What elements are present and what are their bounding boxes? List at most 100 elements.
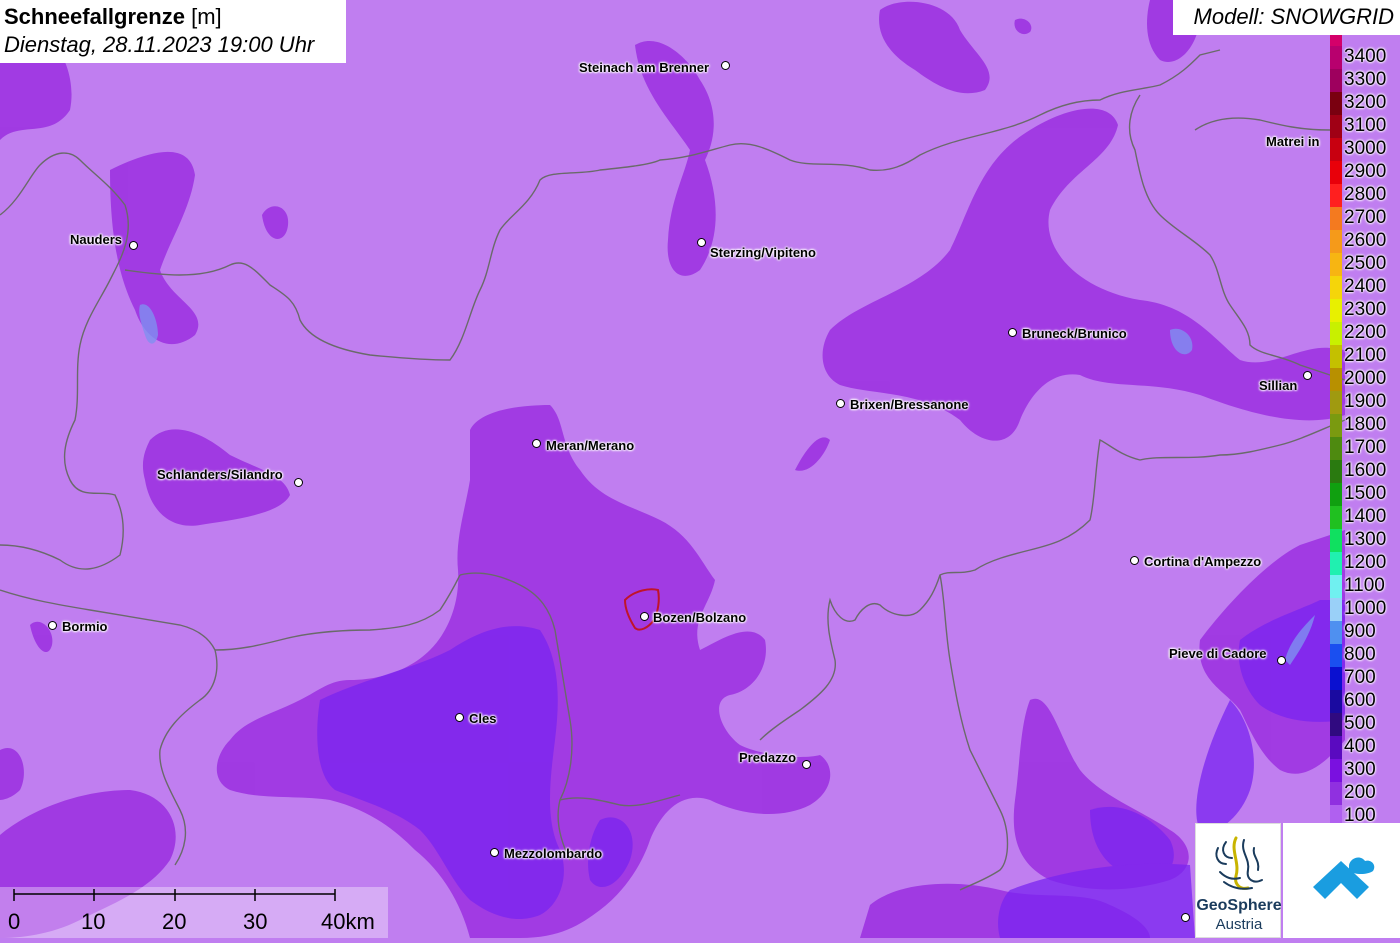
- city-marker[interactable]: [1008, 328, 1017, 337]
- legend-color-swatch: [1330, 299, 1342, 322]
- legend-level-label: 300: [1344, 759, 1376, 780]
- legend-color-swatch: [1330, 805, 1342, 825]
- legend-color-swatch: [1330, 276, 1342, 299]
- legend-color-swatch: [1330, 207, 1342, 230]
- legend-level-label: 900: [1344, 621, 1376, 642]
- legend-level-label: 1900: [1344, 391, 1387, 412]
- city-marker[interactable]: [721, 61, 730, 70]
- geosphere-country: Austria: [1215, 916, 1263, 933]
- legend-color-swatch: [1330, 667, 1342, 690]
- legend-color-swatch: [1330, 69, 1342, 92]
- city-label[interactable]: Steinach am Brenner: [579, 60, 709, 75]
- legend-level-label: 2800: [1344, 184, 1387, 205]
- map-title-box: Schneefallgrenze [m] Dienstag, 28.11.202…: [0, 0, 346, 63]
- city-marker[interactable]: [1277, 656, 1286, 665]
- legend-level-label: 3000: [1344, 138, 1387, 159]
- legend-color-swatch: [1330, 46, 1342, 69]
- legend-color-swatch: [1330, 368, 1342, 391]
- city-marker[interactable]: [1303, 371, 1312, 380]
- scale-label: 20: [162, 909, 187, 934]
- legend-color-swatch: [1330, 437, 1342, 460]
- city-label[interactable]: Brixen/Bressanone: [850, 397, 969, 412]
- city-label[interactable]: Cortina d'Ampezzo: [1144, 554, 1261, 569]
- city-marker[interactable]: [1130, 556, 1139, 565]
- legend-color-swatch: [1330, 483, 1342, 506]
- legend-color-swatch: [1330, 552, 1342, 575]
- legend-color-swatch: [1330, 736, 1342, 759]
- city-label[interactable]: Pieve di Cadore: [1169, 646, 1267, 661]
- city-label[interactable]: Cles: [469, 711, 496, 726]
- city-label[interactable]: Mezzolombardo: [504, 846, 602, 861]
- legend-level-label: 2300: [1344, 299, 1387, 320]
- city-marker[interactable]: [129, 241, 138, 250]
- city-marker[interactable]: [836, 399, 845, 408]
- legend-color-swatch: [1330, 644, 1342, 667]
- legend-level-label: 1700: [1344, 437, 1387, 458]
- city-label[interactable]: Bormio: [62, 619, 108, 634]
- legend-level-label: 2400: [1344, 276, 1387, 297]
- city-marker[interactable]: [697, 238, 706, 247]
- legend-color-swatch: [1330, 621, 1342, 644]
- city-label[interactable]: Sillian: [1259, 378, 1297, 393]
- legend-color-swatch: [1330, 690, 1342, 713]
- legend-level-label: 1100: [1344, 575, 1385, 596]
- city-marker[interactable]: [294, 478, 303, 487]
- legend-level-label: 3100: [1344, 115, 1387, 136]
- city-label[interactable]: Matrei in: [1266, 134, 1319, 149]
- legend-color-swatch: [1330, 529, 1342, 552]
- city-label[interactable]: Sterzing/Vipiteno: [710, 245, 816, 260]
- legend-level-label: 1300: [1344, 529, 1387, 550]
- legend-color-swatch: [1330, 391, 1342, 414]
- legend-level-label: 1800: [1344, 414, 1387, 435]
- legend-level-label: 400: [1344, 736, 1376, 757]
- scale-label: 40km: [321, 909, 375, 934]
- legend-level-label: 2700: [1344, 207, 1387, 228]
- map-unit: [m]: [191, 4, 222, 29]
- city-marker[interactable]: [455, 713, 464, 722]
- legend-level-label: 700: [1344, 667, 1376, 688]
- legend-color-swatch: [1330, 322, 1342, 345]
- legend-level-label: 1600: [1344, 460, 1387, 481]
- legend-color-swatch: [1330, 713, 1342, 736]
- legend-level-label: 2600: [1344, 230, 1387, 251]
- color-legend: 3400 3300 3200 3100 3000 2900 2800 2700 2600 2500…: [1328, 35, 1400, 825]
- city-marker[interactable]: [1181, 913, 1190, 922]
- legend-color-swatch: [1330, 759, 1342, 782]
- cloud-arrow-icon: [1313, 857, 1375, 899]
- legend-color-swatch: [1330, 782, 1342, 805]
- geosphere-emblem-icon: [1215, 836, 1263, 890]
- legend-color-swatch: [1330, 230, 1342, 253]
- legend-level-label: 1400: [1344, 506, 1387, 527]
- legend-level-label: 800: [1344, 644, 1376, 665]
- legend-level-label: 2000: [1344, 368, 1387, 389]
- legend-level-label: 2900: [1344, 161, 1387, 182]
- legend-level-label: 2500: [1344, 253, 1387, 274]
- city-marker[interactable]: [490, 848, 499, 857]
- legend-color-swatch: [1330, 345, 1342, 368]
- geosphere-name: GeoSphere: [1196, 897, 1282, 914]
- geosphere-logo[interactable]: GeoSphere Austria: [1195, 823, 1282, 938]
- city-marker[interactable]: [532, 439, 541, 448]
- partner-logo[interactable]: [1283, 823, 1400, 938]
- legend-level-label: 3200: [1344, 92, 1387, 113]
- legend-color-swatch: [1330, 184, 1342, 207]
- scale-label: 30: [243, 909, 268, 934]
- city-marker[interactable]: [48, 621, 57, 630]
- city-label[interactable]: Predazzo: [739, 750, 796, 765]
- city-label[interactable]: Meran/Merano: [546, 438, 634, 453]
- city-label[interactable]: Schlanders/Silandro: [157, 467, 283, 482]
- legend-color-swatch: [1330, 92, 1342, 115]
- legend-color-swatch: [1330, 414, 1342, 437]
- city-label[interactable]: Nauders: [70, 232, 122, 247]
- city-label[interactable]: Bozen/Bolzano: [653, 610, 746, 625]
- city-marker[interactable]: [640, 612, 649, 621]
- legend-level-label: 3400: [1344, 46, 1387, 67]
- legend-level-label: 1200: [1344, 552, 1387, 573]
- legend-level-label: 500: [1344, 713, 1376, 734]
- legend-color-swatch: [1330, 35, 1342, 46]
- legend-color-swatch: [1330, 575, 1342, 598]
- map-title: Schneefallgrenze: [4, 4, 185, 29]
- city-label[interactable]: Bruneck/Brunico: [1022, 326, 1127, 341]
- legend-color-bar: [1330, 35, 1342, 825]
- city-marker[interactable]: [802, 760, 811, 769]
